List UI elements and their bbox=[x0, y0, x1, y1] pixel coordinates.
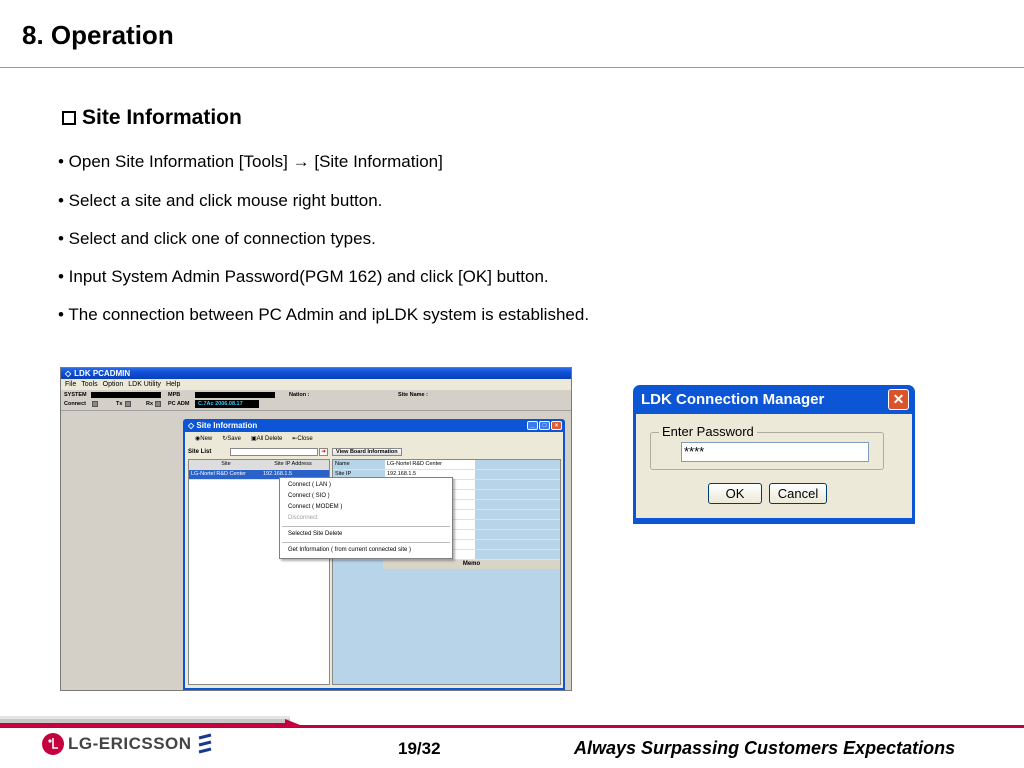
section-heading: Site Information bbox=[62, 106, 242, 130]
title-divider bbox=[0, 67, 1024, 68]
site-info-window: ◇ Site Information _ □ × ◉New ↻Save ▣All… bbox=[183, 419, 565, 690]
site-list-search[interactable] bbox=[230, 448, 318, 456]
bullet-2: • Select a site and click mouse right bu… bbox=[58, 191, 383, 210]
menu-option[interactable]: Option bbox=[103, 379, 124, 390]
all-delete-button[interactable]: ▣All Delete bbox=[251, 435, 282, 442]
pcadmin-title: LDK PCADMIN bbox=[74, 369, 131, 378]
col-site-ip[interactable]: Site IP Address bbox=[261, 460, 323, 469]
site-info-title: Site Information bbox=[196, 421, 258, 430]
status-divider bbox=[61, 410, 571, 411]
menu-connect-modem[interactable]: Connect ( MODEM ) bbox=[280, 502, 452, 513]
cancel-button[interactable]: Cancel bbox=[769, 483, 827, 504]
status-panel: SYSTEM MPB Nation : Site Name : Connect … bbox=[61, 390, 571, 410]
lg-ericsson-logo: LG-ERICSSON bbox=[42, 733, 214, 755]
col-site[interactable]: Site bbox=[189, 460, 261, 469]
site-list-header: Site Site IP Address bbox=[189, 460, 329, 470]
close-toolbar-button[interactable]: ⇤Close bbox=[292, 435, 312, 442]
site-info-toolbar: ◉New ↻Save ▣All Delete ⇤Close bbox=[195, 435, 313, 442]
menu-tools[interactable]: Tools bbox=[81, 379, 97, 390]
info-field-name: Name bbox=[335, 461, 350, 467]
pcadmin-window: ◇ LDK PCADMIN File Tools Option LDK Util… bbox=[60, 367, 572, 691]
square-bullet-icon bbox=[62, 111, 76, 125]
pcadm-version: C.7Ac 2006.08.17 bbox=[195, 400, 259, 408]
page-title: 8. Operation bbox=[22, 20, 174, 50]
site-list-label: Site List bbox=[188, 449, 212, 455]
mpb-label: MPB bbox=[168, 392, 181, 398]
rx-label: Rx bbox=[146, 401, 154, 407]
bullet-3: • Select and click one of connection typ… bbox=[58, 229, 376, 248]
dialog-body: Enter Password **** OK Cancel bbox=[636, 414, 912, 518]
menu-connect-sio[interactable]: Connect ( SIO ) bbox=[280, 491, 452, 502]
mpb-field bbox=[195, 392, 275, 398]
info-field-value[interactable]: LG-Nortel R&D Center bbox=[385, 460, 475, 469]
bullet-4: • Input System Admin Password(PGM 162) a… bbox=[58, 267, 549, 286]
connect-led bbox=[92, 401, 98, 407]
password-group-label: Enter Password bbox=[659, 424, 757, 439]
password-group: Enter Password **** bbox=[650, 424, 884, 470]
connect-label: Connect bbox=[64, 401, 86, 407]
logo-text: LG-ERICSSON bbox=[68, 734, 192, 753]
maximize-button[interactable]: □ bbox=[539, 421, 550, 430]
menu-separator bbox=[282, 526, 450, 527]
menu-ldk-utility[interactable]: LDK Utility bbox=[128, 379, 161, 390]
section-heading-text: Site Information bbox=[82, 106, 242, 129]
dialog-title: LDK Connection Manager bbox=[641, 391, 825, 408]
menu-disconnect[interactable]: Disconnect bbox=[280, 513, 452, 524]
menu-get-information[interactable]: Get Information ( from current connected… bbox=[280, 545, 452, 556]
site-info-body: ◉New ↻Save ▣All Delete ⇤Close Site List … bbox=[185, 432, 563, 688]
password-field[interactable]: **** bbox=[681, 442, 869, 462]
menu-connect-lan[interactable]: Connect ( LAN ) bbox=[280, 480, 452, 491]
dialog-close-icon[interactable]: ✕ bbox=[888, 389, 909, 410]
site-name-label: Site Name : bbox=[398, 392, 428, 398]
arrow-right-icon[interactable]: ➜ bbox=[319, 448, 328, 456]
ericsson-stripes-icon bbox=[198, 733, 211, 754]
bullet-5: • The connection between PC Admin and ip… bbox=[58, 305, 590, 324]
row-site: LG-Nortel R&D Center bbox=[191, 471, 247, 477]
tx-led bbox=[125, 401, 131, 407]
page-number: 19/32 bbox=[398, 739, 441, 758]
close-button[interactable]: × bbox=[551, 421, 562, 430]
footer-band bbox=[0, 716, 1024, 728]
save-button[interactable]: ↻Save bbox=[222, 435, 241, 442]
tx-label: Tx bbox=[116, 401, 123, 407]
bullet-1: • Open Site Information [Tools] → [Site … bbox=[58, 152, 443, 171]
system-label: SYSTEM bbox=[64, 392, 87, 398]
info-row: Name LG-Nortel R&D Center bbox=[333, 460, 560, 470]
rx-led bbox=[155, 401, 161, 407]
lg-face-icon bbox=[42, 733, 64, 755]
pcadmin-titlebar: ◇ LDK PCADMIN bbox=[61, 368, 571, 379]
menu-separator bbox=[282, 542, 450, 543]
dialog-titlebar: LDK Connection Manager ✕ bbox=[636, 385, 912, 414]
pcadm-label: PC ADM bbox=[168, 401, 190, 407]
app-diamond-icon: ◇ bbox=[65, 369, 72, 378]
minimize-button[interactable]: _ bbox=[527, 421, 538, 430]
memo-header: Memo bbox=[383, 560, 560, 569]
footer-slogan: Always Surpassing Customers Expectations bbox=[574, 738, 956, 758]
context-menu: Connect ( LAN ) Connect ( SIO ) Connect … bbox=[279, 477, 453, 559]
nation-label: Nation : bbox=[289, 392, 310, 398]
menu-help[interactable]: Help bbox=[166, 379, 180, 390]
new-button[interactable]: ◉New bbox=[195, 435, 212, 442]
connection-manager-dialog: LDK Connection Manager ✕ Enter Password … bbox=[633, 385, 915, 524]
view-board-button[interactable]: View Board Information bbox=[332, 448, 402, 456]
ok-button[interactable]: OK bbox=[708, 483, 762, 504]
site-info-titlebar: ◇ Site Information _ □ × bbox=[185, 419, 563, 432]
pcadmin-menubar: File Tools Option LDK Utility Help bbox=[61, 379, 571, 390]
system-field bbox=[91, 392, 161, 398]
menu-selected-site-delete[interactable]: Selected Site Delete bbox=[280, 529, 452, 540]
menu-file[interactable]: File bbox=[65, 379, 76, 390]
